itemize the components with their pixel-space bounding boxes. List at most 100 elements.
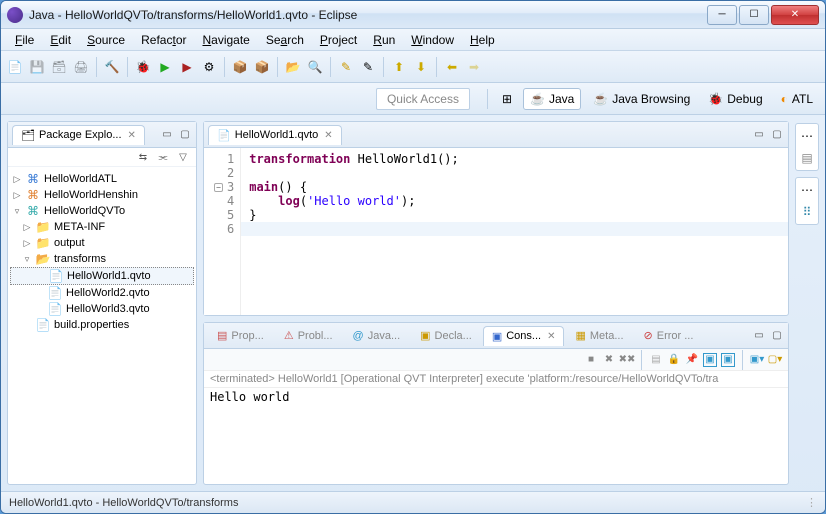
external-tools-icon[interactable]: ⚙ bbox=[199, 57, 219, 77]
menu-project[interactable]: Project bbox=[312, 31, 365, 49]
build-icon[interactable]: 🔨 bbox=[102, 57, 122, 77]
restore-view-icon[interactable]: ⋯ bbox=[799, 128, 815, 144]
code-body[interactable]: transformation HelloWorld1(); main() { l… bbox=[241, 148, 788, 315]
task-list-icon[interactable]: ▤ bbox=[799, 150, 815, 166]
tree-folder[interactable]: ▷📁META-INF bbox=[10, 219, 194, 235]
tree-file[interactable]: 📄HelloWorld3.qvto bbox=[10, 301, 194, 317]
tab-javadoc[interactable]: @Java... bbox=[344, 326, 410, 346]
package-explorer-view: 🗂 Package Explo... ✕ ▭ ▢ ⇆ ⫘ ▽ ▷⌘HelloWo… bbox=[7, 121, 197, 485]
minimize-view-icon[interactable]: ▭ bbox=[752, 128, 766, 142]
fold-icon[interactable]: − bbox=[214, 183, 223, 192]
maximize-view-icon[interactable]: ▢ bbox=[770, 128, 784, 142]
collapse-all-icon[interactable]: ⇆ bbox=[136, 150, 150, 164]
maximize-view-icon[interactable]: ▢ bbox=[178, 128, 192, 142]
title-bar: Java - HelloWorldQVTo/transforms/HelloWo… bbox=[1, 1, 825, 29]
print-icon[interactable]: 🖨 bbox=[71, 57, 91, 77]
view-menu-icon[interactable]: ▽ bbox=[176, 150, 190, 164]
nav-back-annotation-icon[interactable]: ⬆ bbox=[389, 57, 409, 77]
editor-tab[interactable]: 📄 HelloWorld1.qvto ✕ bbox=[208, 125, 342, 145]
menu-file[interactable]: File bbox=[7, 31, 42, 49]
tree-project[interactable]: ▷⌘HelloWorldATL bbox=[10, 171, 194, 187]
show-console-icon[interactable]: ▣ bbox=[721, 353, 735, 367]
annotation-icon[interactable]: ✎ bbox=[358, 57, 378, 77]
save-icon[interactable]: 💾 bbox=[27, 57, 47, 77]
open-console-icon[interactable]: ▣▾ bbox=[750, 353, 764, 367]
close-icon[interactable]: ✕ bbox=[547, 331, 555, 342]
tree-project[interactable]: ▷⌘HelloWorldHenshin bbox=[10, 187, 194, 203]
console-output[interactable]: Hello world bbox=[204, 388, 788, 484]
console-status: <terminated> HelloWorld1 [Operational QV… bbox=[204, 371, 788, 388]
new-icon[interactable]: 📄 bbox=[5, 57, 25, 77]
close-button[interactable]: ✕ bbox=[771, 5, 819, 25]
perspective-java[interactable]: ☕ Java bbox=[523, 88, 581, 110]
forward-icon[interactable]: ➡ bbox=[464, 57, 484, 77]
declaration-icon: ▣ bbox=[420, 329, 430, 342]
maximize-button[interactable]: ☐ bbox=[739, 5, 769, 25]
remove-launch-icon[interactable]: ✖ bbox=[602, 353, 616, 367]
new-class-icon[interactable]: 📦 bbox=[252, 57, 272, 77]
new-package-icon[interactable]: 📦 bbox=[230, 57, 250, 77]
search-icon[interactable]: 🔍 bbox=[305, 57, 325, 77]
pin-console-icon[interactable]: 📌 bbox=[685, 353, 699, 367]
tab-problems[interactable]: ⚠Probl... bbox=[275, 325, 342, 346]
status-bar: HelloWorld1.qvto - HelloWorldQVTo/transf… bbox=[1, 491, 825, 513]
maximize-view-icon[interactable]: ▢ bbox=[770, 329, 784, 343]
java-perspective-icon: ☕ bbox=[530, 92, 545, 106]
open-type-icon[interactable]: 📂 bbox=[283, 57, 303, 77]
tab-console[interactable]: ▣Cons...✕ bbox=[483, 326, 565, 346]
run-icon[interactable]: ▶ bbox=[155, 57, 175, 77]
tree-project[interactable]: ▿⌘HelloWorldQVTo bbox=[10, 203, 194, 219]
close-icon[interactable]: ✕ bbox=[324, 130, 332, 141]
tab-error[interactable]: ⊘Error ... bbox=[635, 325, 703, 346]
package-explorer-icon: 🗂 bbox=[21, 129, 35, 142]
outline-icon[interactable]: ⠿ bbox=[799, 204, 815, 220]
clear-console-icon[interactable]: ▤ bbox=[649, 353, 663, 367]
menu-window[interactable]: Window bbox=[403, 31, 462, 49]
menu-help[interactable]: Help bbox=[462, 31, 503, 49]
menu-edit[interactable]: Edit bbox=[42, 31, 79, 49]
new-console-view-icon[interactable]: ▢▾ bbox=[768, 353, 782, 367]
tab-properties[interactable]: ▤Prop... bbox=[208, 325, 273, 346]
menu-source[interactable]: Source bbox=[79, 31, 133, 49]
menu-run[interactable]: Run bbox=[365, 31, 403, 49]
display-selected-icon[interactable]: ▣ bbox=[703, 353, 717, 367]
scroll-lock-icon[interactable]: 🔒 bbox=[667, 353, 681, 367]
console-icon: ▣ bbox=[492, 330, 502, 343]
menu-navigate[interactable]: Navigate bbox=[194, 31, 257, 49]
menu-refactor[interactable]: Refactor bbox=[133, 31, 194, 49]
link-editor-icon[interactable]: ⫘ bbox=[156, 150, 170, 164]
line-gutter: 1 2 −3 4 5 6 bbox=[204, 148, 241, 315]
tree-file[interactable]: 📄HelloWorld2.qvto bbox=[10, 285, 194, 301]
quick-access-input[interactable]: Quick Access bbox=[376, 88, 470, 110]
minimize-view-icon[interactable]: ▭ bbox=[752, 329, 766, 343]
back-icon[interactable]: ⬅ bbox=[442, 57, 462, 77]
status-drag-handle: ⋮ bbox=[806, 496, 817, 509]
eclipse-icon bbox=[7, 7, 23, 23]
tree-file[interactable]: 📄build.properties bbox=[10, 317, 194, 333]
error-icon: ⊘ bbox=[644, 329, 653, 342]
open-perspective-icon[interactable]: ⊞ bbox=[497, 89, 517, 109]
run-last-icon[interactable]: ▶ bbox=[177, 57, 197, 77]
terminate-icon[interactable]: ■ bbox=[584, 353, 598, 367]
restore-view-icon[interactable]: ⋯ bbox=[799, 182, 815, 198]
tab-metadata[interactable]: ▦Meta... bbox=[566, 325, 632, 346]
perspective-atl[interactable]: ◐ ATL bbox=[775, 89, 819, 109]
code-editor[interactable]: 1 2 −3 4 5 6 transformation HelloWorld1(… bbox=[204, 148, 788, 315]
tree-folder[interactable]: ▷📁output bbox=[10, 235, 194, 251]
tab-declaration[interactable]: ▣Decla... bbox=[411, 325, 481, 346]
save-all-icon[interactable]: 🗃 bbox=[49, 57, 69, 77]
menu-search[interactable]: Search bbox=[258, 31, 312, 49]
tree-folder[interactable]: ▿📂transforms bbox=[10, 251, 194, 267]
perspective-debug[interactable]: 🐞 Debug bbox=[702, 89, 768, 109]
nav-fwd-annotation-icon[interactable]: ⬇ bbox=[411, 57, 431, 77]
minimize-button[interactable]: ─ bbox=[707, 5, 737, 25]
menu-bar: File Edit Source Refactor Navigate Searc… bbox=[1, 29, 825, 51]
debug-icon[interactable]: 🐞 bbox=[133, 57, 153, 77]
toggle-mark-icon[interactable]: ✎ bbox=[336, 57, 356, 77]
package-explorer-tab[interactable]: 🗂 Package Explo... ✕ bbox=[12, 125, 145, 145]
perspective-java-browsing[interactable]: ☕ Java Browsing bbox=[587, 89, 696, 109]
minimize-view-icon[interactable]: ▭ bbox=[160, 128, 174, 142]
tree-file-selected[interactable]: 📄HelloWorld1.qvto bbox=[10, 267, 194, 285]
remove-all-icon[interactable]: ✖✖ bbox=[620, 353, 634, 367]
close-icon[interactable]: ✕ bbox=[128, 130, 136, 141]
